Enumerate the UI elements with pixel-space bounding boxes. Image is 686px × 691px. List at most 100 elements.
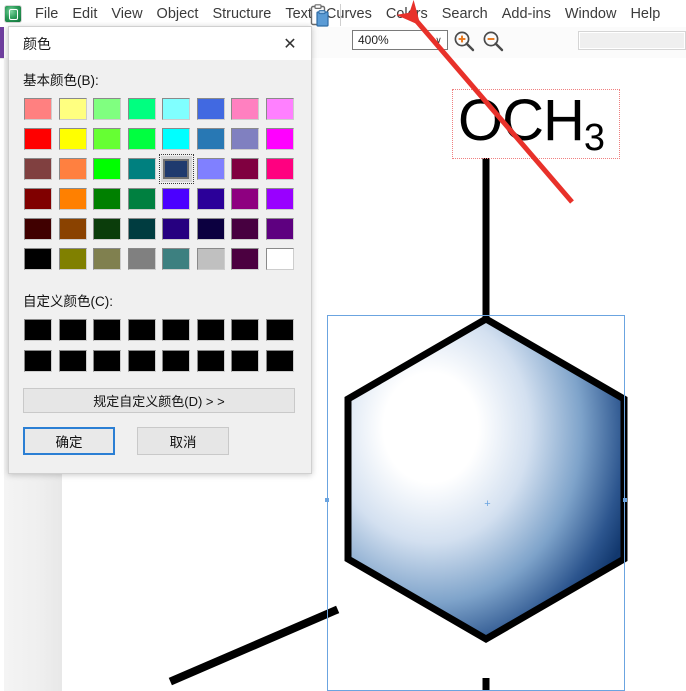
custom-color-swatch-14[interactable] xyxy=(230,348,261,374)
zoom-in-icon[interactable] xyxy=(453,30,475,52)
basic-color-swatch-19[interactable] xyxy=(127,156,158,182)
custom-color-swatch-10[interactable] xyxy=(92,348,123,374)
basic-color-swatch-42[interactable] xyxy=(92,246,123,272)
chemdraw-app-icon xyxy=(4,4,22,23)
basic-color-swatch-8[interactable] xyxy=(23,126,54,152)
basic-colors-grid[interactable] xyxy=(23,96,295,272)
basic-color-swatch-3[interactable] xyxy=(127,96,158,122)
swatch-fill xyxy=(93,319,122,341)
basic-color-swatch-9[interactable] xyxy=(58,126,89,152)
menu-item-file[interactable]: File xyxy=(28,4,65,24)
basic-color-swatch-46[interactable] xyxy=(230,246,261,272)
basic-color-swatch-38[interactable] xyxy=(230,216,261,242)
basic-color-swatch-0[interactable] xyxy=(23,96,54,122)
basic-color-swatch-40[interactable] xyxy=(23,246,54,272)
basic-color-swatch-44[interactable] xyxy=(161,246,192,272)
menu-item-object[interactable]: Object xyxy=(150,4,206,24)
basic-color-swatch-5[interactable] xyxy=(196,96,227,122)
basic-color-swatch-4[interactable] xyxy=(161,96,192,122)
swatch-fill xyxy=(58,350,87,372)
basic-color-swatch-35[interactable] xyxy=(127,216,158,242)
custom-color-swatch-0[interactable] xyxy=(23,317,54,343)
basic-color-swatch-31[interactable] xyxy=(265,186,296,212)
custom-colors-grid[interactable] xyxy=(23,317,295,374)
menu-item-structure[interactable]: Structure xyxy=(205,4,278,24)
basic-color-swatch-33[interactable] xyxy=(58,216,89,242)
custom-color-swatch-15[interactable] xyxy=(265,348,296,374)
basic-color-swatch-30[interactable] xyxy=(230,186,261,212)
menu-item-edit[interactable]: Edit xyxy=(65,4,104,24)
paste-icon[interactable] xyxy=(310,4,330,27)
chevron-down-icon[interactable]: ∨ xyxy=(430,31,447,49)
basic-color-swatch-11[interactable] xyxy=(127,126,158,152)
basic-color-swatch-26[interactable] xyxy=(92,186,123,212)
menu-item-list: File Edit View Object Structure Text Curves Col… xyxy=(28,4,667,24)
menu-item-window[interactable]: Window xyxy=(558,4,624,24)
basic-color-swatch-15[interactable] xyxy=(265,126,296,152)
basic-color-swatch-6[interactable] xyxy=(230,96,261,122)
zoom-out-icon[interactable] xyxy=(482,30,504,52)
basic-color-swatch-22[interactable] xyxy=(230,156,261,182)
custom-color-swatch-1[interactable] xyxy=(58,317,89,343)
swatch-fill xyxy=(231,158,260,180)
swatch-fill xyxy=(127,218,156,240)
basic-color-swatch-1[interactable] xyxy=(58,96,89,122)
selection-handle-right[interactable] xyxy=(623,498,627,502)
basic-color-swatch-45[interactable] xyxy=(196,246,227,272)
basic-color-swatch-23[interactable] xyxy=(265,156,296,182)
swatch-fill xyxy=(196,248,225,270)
basic-color-swatch-41[interactable] xyxy=(58,246,89,272)
basic-color-swatch-25[interactable] xyxy=(58,186,89,212)
basic-color-swatch-7[interactable] xyxy=(265,96,296,122)
swatch-fill xyxy=(265,128,294,150)
swatch-fill xyxy=(24,350,53,372)
menu-item-add-ins[interactable]: Add-ins xyxy=(495,4,558,24)
basic-color-swatch-28[interactable] xyxy=(161,186,192,212)
basic-color-swatch-12[interactable] xyxy=(161,126,192,152)
basic-color-swatch-14[interactable] xyxy=(230,126,261,152)
custom-color-swatch-11[interactable] xyxy=(127,348,158,374)
basic-color-swatch-24[interactable] xyxy=(23,186,54,212)
basic-color-swatch-47[interactable] xyxy=(265,246,296,272)
custom-color-swatch-13[interactable] xyxy=(196,348,227,374)
basic-color-swatch-29[interactable] xyxy=(196,186,227,212)
basic-color-swatch-36[interactable] xyxy=(161,216,192,242)
ok-button[interactable]: 确定 xyxy=(23,427,115,455)
basic-color-swatch-16[interactable] xyxy=(23,156,54,182)
selection-handle-left[interactable] xyxy=(325,498,329,502)
menu-item-search[interactable]: Search xyxy=(435,4,495,24)
basic-color-swatch-13[interactable] xyxy=(196,126,227,152)
menu-item-help[interactable]: Help xyxy=(623,4,667,24)
custom-color-swatch-6[interactable] xyxy=(230,317,261,343)
custom-color-swatch-3[interactable] xyxy=(127,317,158,343)
zoom-level-combobox[interactable]: 400% ∨ xyxy=(352,30,448,50)
custom-color-swatch-8[interactable] xyxy=(23,348,54,374)
cancel-button[interactable]: 取消 xyxy=(137,427,229,455)
swatch-fill xyxy=(93,98,122,120)
custom-color-swatch-7[interactable] xyxy=(265,317,296,343)
basic-color-swatch-10[interactable] xyxy=(92,126,123,152)
basic-color-swatch-17[interactable] xyxy=(58,156,89,182)
basic-color-swatch-43[interactable] xyxy=(127,246,158,272)
basic-color-swatch-39[interactable] xyxy=(265,216,296,242)
basic-color-swatch-21[interactable] xyxy=(196,156,227,182)
och3-label[interactable]: OCH3 xyxy=(458,86,605,163)
menu-item-view[interactable]: View xyxy=(104,4,149,24)
menu-item-colors[interactable]: Colors xyxy=(379,4,435,24)
custom-color-swatch-4[interactable] xyxy=(161,317,192,343)
basic-color-swatch-34[interactable] xyxy=(92,216,123,242)
swatch-fill xyxy=(265,98,294,120)
basic-color-swatch-2[interactable] xyxy=(92,96,123,122)
custom-color-swatch-2[interactable] xyxy=(92,317,123,343)
custom-color-swatch-5[interactable] xyxy=(196,317,227,343)
search-input[interactable] xyxy=(578,31,686,50)
custom-color-swatch-12[interactable] xyxy=(161,348,192,374)
basic-color-swatch-32[interactable] xyxy=(23,216,54,242)
basic-color-swatch-20[interactable] xyxy=(159,154,194,184)
close-icon[interactable]: ✕ xyxy=(269,27,311,60)
basic-color-swatch-18[interactable] xyxy=(92,156,123,182)
basic-color-swatch-37[interactable] xyxy=(196,216,227,242)
basic-color-swatch-27[interactable] xyxy=(127,186,158,212)
custom-color-swatch-9[interactable] xyxy=(58,348,89,374)
define-custom-colors-button[interactable]: 规定自定义颜色(D) > > xyxy=(23,388,295,413)
